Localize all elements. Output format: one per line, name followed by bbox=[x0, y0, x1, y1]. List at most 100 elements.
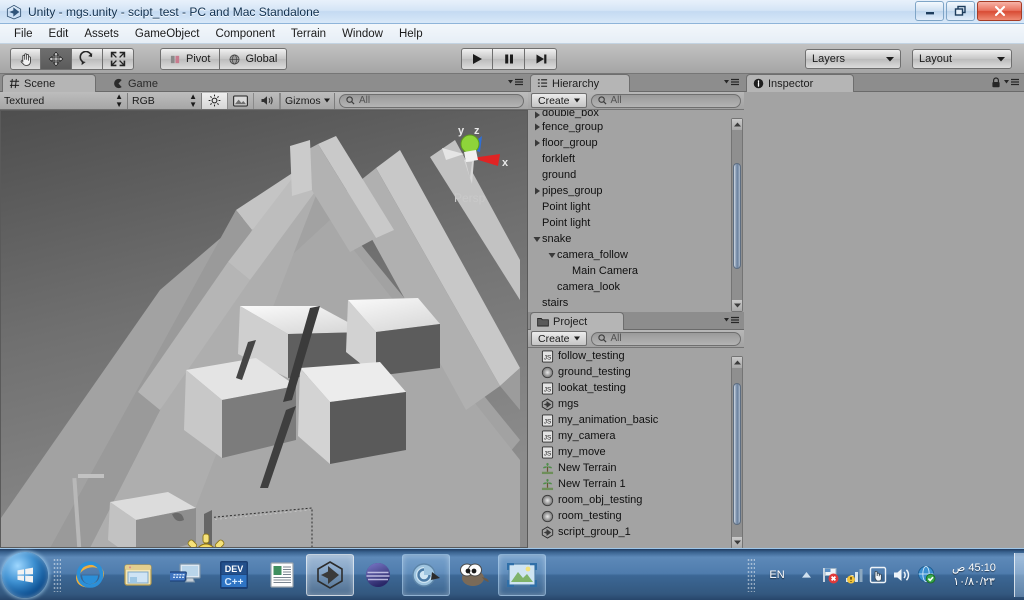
hierarchy-expand-toggle[interactable] bbox=[531, 123, 542, 131]
hierarchy-search-input[interactable]: All bbox=[590, 93, 741, 108]
layers-dropdown[interactable]: Layers bbox=[805, 49, 901, 69]
tray-grip[interactable] bbox=[747, 557, 755, 592]
project-item[interactable]: script_group_1 bbox=[528, 524, 744, 540]
hierarchy-create-button[interactable]: Create bbox=[531, 93, 587, 108]
chevron-down-icon[interactable] bbox=[548, 251, 556, 259]
hierarchy-item[interactable]: Point light bbox=[528, 199, 744, 215]
menu-item-terrain[interactable]: Terrain bbox=[283, 26, 334, 42]
taskbar-gimp[interactable] bbox=[450, 554, 498, 596]
hierarchy-item[interactable]: stairs bbox=[528, 295, 744, 310]
project-list[interactable]: JS follow_testing ground_testing JS lookat_t… bbox=[528, 348, 744, 547]
hierarchy-item[interactable]: pipes_group bbox=[528, 183, 744, 199]
scene-orientation-gizmo[interactable]: y z x Persp bbox=[436, 118, 520, 230]
tab-scene[interactable]: Scene bbox=[2, 74, 96, 92]
hierarchy-panel-menu[interactable] bbox=[724, 77, 740, 88]
hierarchy-item[interactable]: ground bbox=[528, 167, 744, 183]
project-item[interactable]: JS lookat_testing bbox=[528, 380, 744, 396]
taskbar-windows-explorer[interactable] bbox=[114, 554, 162, 596]
scroll-up-arrow[interactable] bbox=[732, 119, 742, 130]
project-item[interactable]: JS my_animation_basic bbox=[528, 412, 744, 428]
scroll-down-arrow[interactable] bbox=[732, 300, 742, 311]
scroll-down-arrow[interactable] bbox=[732, 537, 742, 548]
pause-button[interactable] bbox=[493, 48, 525, 70]
scroll-up-arrow[interactable] bbox=[732, 357, 742, 368]
project-item[interactable]: JS my_camera bbox=[528, 428, 744, 444]
hierarchy-expand-toggle[interactable] bbox=[531, 111, 542, 119]
menu-item-component[interactable]: Component bbox=[207, 26, 282, 42]
menu-item-file[interactable]: File bbox=[6, 26, 41, 42]
hierarchy-item[interactable]: camera_follow bbox=[528, 247, 744, 263]
project-create-button[interactable]: Create bbox=[531, 331, 587, 346]
menu-item-gameobject[interactable]: GameObject bbox=[127, 26, 208, 42]
hierarchy-scrollbar[interactable] bbox=[731, 118, 743, 312]
layout-dropdown[interactable]: Layout bbox=[912, 49, 1012, 69]
pivot-button[interactable]: Pivot bbox=[160, 48, 221, 70]
project-panel-menu[interactable] bbox=[724, 315, 740, 326]
scene-viewport[interactable]: y z x Persp bbox=[0, 110, 528, 548]
taskbar-remote-desktop[interactable] bbox=[162, 554, 210, 596]
lighting-toggle[interactable] bbox=[202, 92, 228, 109]
play-button[interactable] bbox=[461, 48, 493, 70]
hierarchy-scroll-thumb[interactable] bbox=[733, 163, 741, 269]
chevron-right-icon[interactable] bbox=[533, 187, 541, 195]
taskbar-grip[interactable] bbox=[53, 557, 61, 592]
inspector-panel-header-icons[interactable] bbox=[991, 77, 1020, 88]
move-tool-button[interactable] bbox=[41, 48, 72, 70]
language-indicator[interactable]: EN bbox=[760, 568, 794, 582]
taskbar-notepad[interactable] bbox=[258, 554, 306, 596]
project-scrollbar[interactable] bbox=[731, 356, 743, 549]
taskbar-unity[interactable] bbox=[306, 553, 354, 596]
project-item[interactable]: New Terrain bbox=[528, 460, 744, 476]
chevron-down-icon[interactable] bbox=[533, 235, 541, 243]
chevron-right-icon[interactable] bbox=[533, 111, 541, 119]
lock-icon[interactable] bbox=[991, 77, 1001, 88]
hierarchy-item[interactable]: forkleft bbox=[528, 151, 744, 167]
hierarchy-item[interactable]: Point light bbox=[528, 215, 744, 231]
render-mode-dropdown[interactable]: RGB ▲ ▼ bbox=[128, 92, 202, 109]
tray-network-signal[interactable] bbox=[842, 557, 866, 593]
hierarchy-item[interactable]: double_box bbox=[528, 110, 744, 119]
show-desktop-button[interactable] bbox=[1014, 552, 1024, 597]
hierarchy-item[interactable]: Main Camera bbox=[528, 263, 744, 279]
hierarchy-item[interactable]: fence_group bbox=[528, 119, 744, 135]
tray-show-hidden-button[interactable] bbox=[794, 557, 818, 593]
restore-button[interactable] bbox=[946, 1, 975, 21]
menu-item-window[interactable]: Window bbox=[334, 26, 391, 42]
scene-search-input[interactable]: All bbox=[339, 93, 524, 108]
hamburger-icon[interactable] bbox=[1004, 77, 1020, 88]
project-scroll-thumb[interactable] bbox=[733, 383, 741, 525]
project-item[interactable]: JS follow_testing bbox=[528, 348, 744, 364]
hierarchy-expand-toggle[interactable] bbox=[546, 251, 557, 259]
project-item[interactable]: JS my_move bbox=[528, 444, 744, 460]
menu-item-assets[interactable]: Assets bbox=[76, 26, 127, 42]
draw-mode-dropdown[interactable]: Textured ▲ ▼ bbox=[0, 92, 128, 109]
taskbar-app-blue[interactable] bbox=[402, 553, 450, 596]
hand-tool-button[interactable] bbox=[10, 48, 41, 70]
minimize-button[interactable] bbox=[915, 1, 944, 21]
tray-input-device[interactable] bbox=[866, 557, 890, 593]
tray-volume[interactable] bbox=[890, 557, 914, 593]
taskbar-internet-explorer[interactable] bbox=[66, 554, 114, 596]
close-button[interactable] bbox=[977, 1, 1022, 21]
project-item[interactable]: room_testing bbox=[528, 508, 744, 524]
scene-panel-menu[interactable] bbox=[508, 77, 524, 88]
tray-antivirus[interactable] bbox=[914, 557, 938, 593]
project-item[interactable]: New Terrain 1 bbox=[528, 476, 744, 492]
taskbar-eclipse[interactable] bbox=[354, 554, 402, 596]
project-search-input[interactable]: All bbox=[590, 331, 741, 346]
tray-flag-action-center[interactable] bbox=[818, 557, 842, 593]
taskbar-clock[interactable]: 01:54 ص ۳۲/۰۸/۰۱ bbox=[938, 561, 1010, 589]
hierarchy-expand-toggle[interactable] bbox=[531, 139, 542, 147]
gizmos-dropdown[interactable]: Gizmos bbox=[280, 92, 335, 109]
hierarchy-list[interactable]: double_box fence_group floor_group forkleft… bbox=[528, 110, 744, 310]
tab-project[interactable]: Project bbox=[530, 312, 624, 330]
taskbar-photo-viewer[interactable] bbox=[498, 553, 546, 596]
hierarchy-item[interactable]: camera_look bbox=[528, 279, 744, 295]
chevron-right-icon[interactable] bbox=[533, 123, 541, 131]
hierarchy-expand-toggle[interactable] bbox=[531, 235, 542, 243]
tab-game[interactable]: Game bbox=[106, 74, 169, 92]
menu-item-edit[interactable]: Edit bbox=[41, 26, 77, 42]
start-button[interactable] bbox=[2, 551, 48, 598]
audio-toggle[interactable] bbox=[254, 92, 280, 109]
step-button[interactable] bbox=[525, 48, 557, 70]
